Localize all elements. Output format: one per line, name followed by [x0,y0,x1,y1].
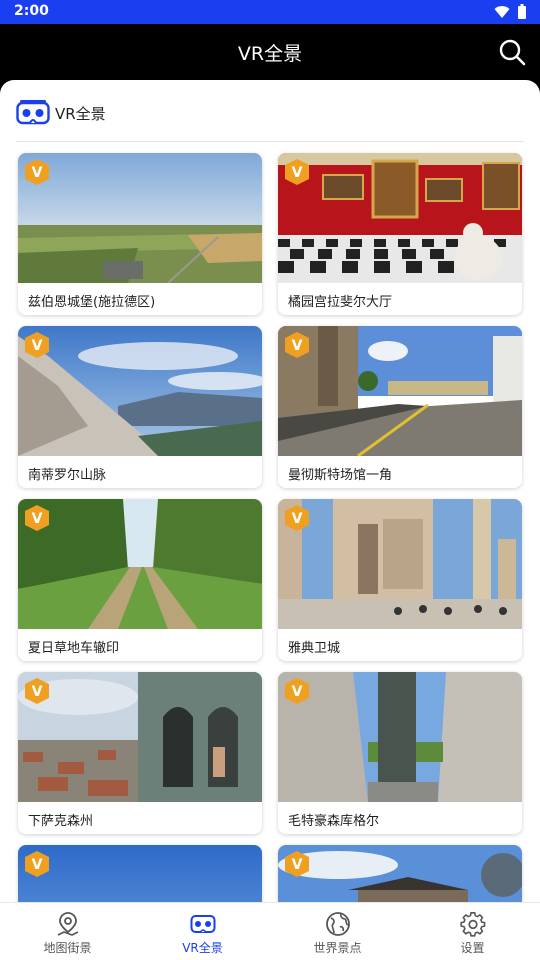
vr-badge-icon: V [25,678,49,704]
nav-item-street-view[interactable]: 地图街景 [0,903,135,960]
card-title: 兹伯恩城堡(施拉德区) [28,295,156,310]
svg-text:V: V [32,338,43,354]
card-thumbnail [18,153,262,283]
nav-label: 世界景点 [313,941,362,955]
card-thumbnail [278,153,522,283]
card-title: 下萨克森州 [28,814,94,829]
card-thumbnail [18,845,262,902]
vr-headset-icon [16,100,50,125]
vr-headset-icon [190,915,215,933]
panorama-card[interactable]: V 雅典卫城 [278,499,522,661]
card-thumbnail [278,499,522,629]
vr-badge-icon: V [285,159,309,185]
bottom-nav: 地图街景 VR全景 世界景点 设置 [0,902,540,960]
gear-icon [459,912,485,937]
svg-text:V: V [292,684,303,700]
wifi-icon [494,5,510,18]
panorama-card[interactable]: V 下萨克森州 [18,672,262,834]
svg-text:V: V [32,165,43,181]
section-title: VR全景 [55,105,106,123]
card-title: 毛特豪森库格尔 [288,814,380,829]
panorama-card[interactable]: V 毛特豪森库格尔 [278,672,522,834]
map-pin-icon [57,912,78,936]
search-icon[interactable] [498,38,526,66]
vr-badge-icon: V [285,851,309,877]
svg-text:V: V [32,857,43,873]
status-icons [494,4,526,19]
panorama-card[interactable]: V [18,845,262,902]
vr-badge-icon: V [285,505,309,531]
status-bar: 2:00 [0,0,540,24]
card-title: 南蒂罗尔山脉 [28,468,107,483]
card-thumbnail [18,672,262,802]
card-title: 夏日草地车辙印 [28,641,120,656]
panorama-card[interactable]: V 曼彻斯特场馆一角 [278,326,522,488]
card-title: 雅典卫城 [288,641,341,656]
panorama-card[interactable]: V 兹伯恩城堡(施拉德区) [18,153,262,315]
vr-badge-icon: V [25,332,49,358]
svg-text:V: V [292,511,303,527]
globe-icon [325,912,350,936]
vr-badge-icon: V [25,505,49,531]
status-time: 2:00 [14,3,49,19]
panorama-card[interactable]: V 橘园宫拉斐尔大厅 [278,153,522,315]
vr-badge-icon: V [25,851,49,877]
svg-text:V: V [32,511,43,527]
card-title: 曼彻斯特场馆一角 [288,468,393,483]
nav-label: 设置 [460,941,485,955]
svg-text:V: V [32,684,43,700]
card-thumbnail [278,326,522,456]
section-header: VR全景 [16,98,524,142]
vr-badge-icon: V [285,678,309,704]
card-thumbnail [278,672,522,802]
panorama-card[interactable]: V [278,845,522,902]
svg-text:V: V [292,857,303,873]
nav-label: 地图街景 [43,941,92,955]
nav-item-world[interactable]: 世界景点 [270,903,405,960]
card-thumbnail [18,326,262,456]
vr-badge-icon: V [285,332,309,358]
panorama-card[interactable]: V 南蒂罗尔山脉 [18,326,262,488]
svg-text:V: V [292,338,303,354]
card-thumbnail [18,499,262,629]
panorama-card[interactable]: V 夏日草地车辙印 [18,499,262,661]
nav-label: VR全景 [182,941,223,955]
nav-item-settings[interactable]: 设置 [405,903,540,960]
battery-icon [518,4,526,19]
nav-item-vr[interactable]: VR全景 [135,903,270,960]
card-thumbnail [278,845,522,902]
vr-badge-icon: V [25,159,49,185]
content-panel: VR全景 V 兹伯恩城堡(施拉德区) V 橘园宫拉斐尔大厅 V 南蒂罗尔山脉 V… [0,80,540,902]
svg-text:V: V [292,165,303,181]
card-title: 橘园宫拉斐尔大厅 [288,295,393,310]
page-title: VR全景 [237,43,303,65]
app-header: VR全景 [0,24,540,80]
